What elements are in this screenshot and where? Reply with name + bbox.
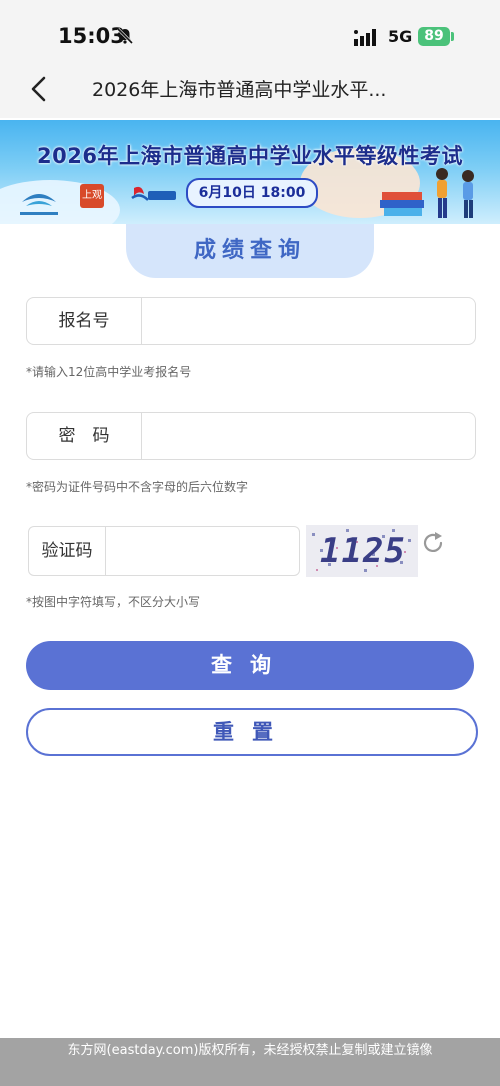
registration-label: 报名号 (27, 298, 142, 344)
reset-button[interactable]: 重置 (26, 708, 478, 756)
bell-muted-icon (116, 27, 134, 45)
battery-tip (451, 32, 454, 41)
captcha-image[interactable]: 1125 (306, 525, 418, 577)
network-label: 5G (388, 27, 413, 46)
students-illustration (380, 168, 474, 218)
status-time: 15:03 (58, 24, 125, 48)
captcha-text: 1125 (320, 531, 406, 571)
query-button[interactable]: 查询 (26, 641, 474, 690)
back-arrow-icon[interactable] (24, 72, 58, 106)
password-label: 密 码 (27, 413, 142, 459)
password-field: 密 码 (26, 412, 476, 460)
eastday-logo (131, 186, 176, 201)
shangguan-logo: 上观 (80, 184, 104, 208)
copyright-footer: 东方网(eastday.com)版权所有，未经授权禁止复制或建立镜像 (0, 1038, 500, 1086)
tab-score-query: 成绩查询 (126, 224, 374, 278)
banner-date: 6月10日 18:00 (186, 178, 318, 208)
captcha-hint: *按图中字符填写，不区分大小写 (26, 595, 201, 609)
password-hint: *密码为证件号码中不含字母的后六位数字 (26, 480, 249, 494)
signal-icon (354, 29, 376, 46)
registration-hint: *请输入12位高中学业考报名号 (26, 365, 192, 379)
nav-bar: 2026年上海市普通高中学业水平... (0, 62, 500, 118)
battery-indicator: 89 (418, 27, 450, 46)
exam-authority-logo (20, 194, 58, 215)
captcha-label: 验证码 (29, 527, 106, 575)
password-input[interactable] (143, 415, 473, 459)
exam-banner: 2026年上海市普通高中学业水平等级性考试 上观 6月10日 18:00 (0, 120, 500, 224)
captcha-field: 验证码 (28, 526, 300, 576)
page-title: 2026年上海市普通高中学业水平... (92, 79, 387, 101)
refresh-icon[interactable] (420, 530, 446, 556)
captcha-input[interactable] (107, 529, 297, 575)
registration-field: 报名号 (26, 297, 476, 345)
registration-input[interactable] (143, 300, 473, 344)
